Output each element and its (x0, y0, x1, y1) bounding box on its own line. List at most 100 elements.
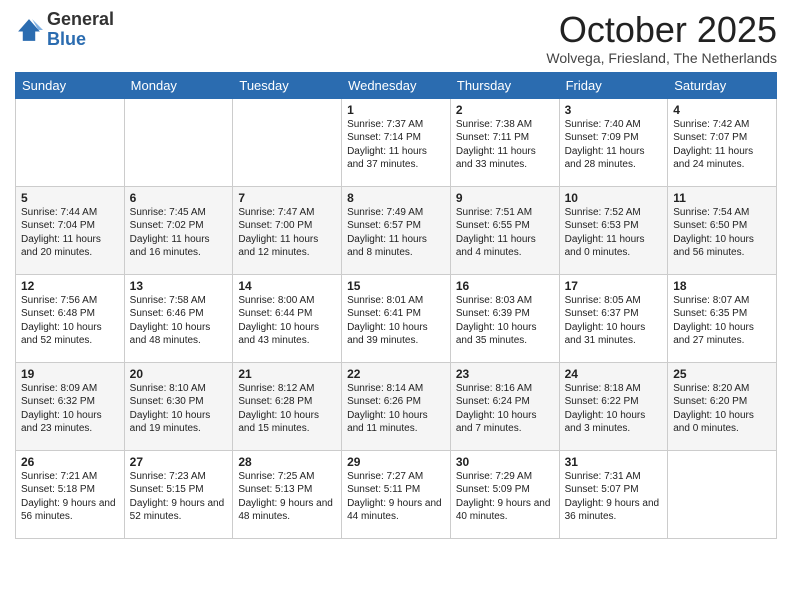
day-number: 1 (347, 103, 445, 117)
day-number: 9 (456, 191, 554, 205)
day-info: Sunrise: 7:38 AM Sunset: 7:11 PM Dayligh… (456, 118, 554, 172)
location-subtitle: Wolvega, Friesland, The Netherlands (546, 50, 777, 66)
day-number: 15 (347, 279, 445, 293)
calendar-cell: 10Sunrise: 7:52 AM Sunset: 6:53 PM Dayli… (559, 186, 668, 274)
day-number: 5 (21, 191, 119, 205)
weekday-header: Tuesday (233, 72, 342, 98)
logo-blue-text: Blue (47, 29, 86, 49)
day-number: 19 (21, 367, 119, 381)
day-info: Sunrise: 7:51 AM Sunset: 6:55 PM Dayligh… (456, 206, 554, 260)
weekday-header: Sunday (16, 72, 125, 98)
day-number: 28 (238, 455, 336, 469)
day-info: Sunrise: 7:23 AM Sunset: 5:15 PM Dayligh… (130, 470, 228, 524)
calendar-cell: 15Sunrise: 8:01 AM Sunset: 6:41 PM Dayli… (342, 274, 451, 362)
day-number: 26 (21, 455, 119, 469)
day-info: Sunrise: 7:52 AM Sunset: 6:53 PM Dayligh… (565, 206, 663, 260)
calendar-cell: 25Sunrise: 8:20 AM Sunset: 6:20 PM Dayli… (668, 362, 777, 450)
calendar-cell: 16Sunrise: 8:03 AM Sunset: 6:39 PM Dayli… (450, 274, 559, 362)
day-info: Sunrise: 8:01 AM Sunset: 6:41 PM Dayligh… (347, 294, 445, 348)
day-number: 8 (347, 191, 445, 205)
calendar-cell: 20Sunrise: 8:10 AM Sunset: 6:30 PM Dayli… (124, 362, 233, 450)
day-number: 30 (456, 455, 554, 469)
calendar-cell: 9Sunrise: 7:51 AM Sunset: 6:55 PM Daylig… (450, 186, 559, 274)
day-number: 25 (673, 367, 771, 381)
day-number: 13 (130, 279, 228, 293)
calendar-cell: 14Sunrise: 8:00 AM Sunset: 6:44 PM Dayli… (233, 274, 342, 362)
logo: General Blue (15, 10, 114, 50)
day-info: Sunrise: 7:44 AM Sunset: 7:04 PM Dayligh… (21, 206, 119, 260)
day-info: Sunrise: 8:16 AM Sunset: 6:24 PM Dayligh… (456, 382, 554, 436)
day-number: 4 (673, 103, 771, 117)
day-info: Sunrise: 7:49 AM Sunset: 6:57 PM Dayligh… (347, 206, 445, 260)
day-number: 31 (565, 455, 663, 469)
day-info: Sunrise: 8:07 AM Sunset: 6:35 PM Dayligh… (673, 294, 771, 348)
day-number: 12 (21, 279, 119, 293)
day-info: Sunrise: 7:25 AM Sunset: 5:13 PM Dayligh… (238, 470, 336, 524)
weekday-header: Saturday (668, 72, 777, 98)
calendar-table: SundayMondayTuesdayWednesdayThursdayFrid… (15, 72, 777, 539)
calendar-cell (668, 450, 777, 538)
day-info: Sunrise: 7:47 AM Sunset: 7:00 PM Dayligh… (238, 206, 336, 260)
day-info: Sunrise: 7:45 AM Sunset: 7:02 PM Dayligh… (130, 206, 228, 260)
day-info: Sunrise: 8:12 AM Sunset: 6:28 PM Dayligh… (238, 382, 336, 436)
day-info: Sunrise: 8:18 AM Sunset: 6:22 PM Dayligh… (565, 382, 663, 436)
day-number: 14 (238, 279, 336, 293)
logo-general-text: General (47, 9, 114, 29)
day-info: Sunrise: 8:09 AM Sunset: 6:32 PM Dayligh… (21, 382, 119, 436)
page-header: General Blue October 2025 Wolvega, Fries… (15, 10, 777, 66)
weekday-header-row: SundayMondayTuesdayWednesdayThursdayFrid… (16, 72, 777, 98)
day-number: 24 (565, 367, 663, 381)
calendar-week-row: 1Sunrise: 7:37 AM Sunset: 7:14 PM Daylig… (16, 98, 777, 186)
day-info: Sunrise: 8:03 AM Sunset: 6:39 PM Dayligh… (456, 294, 554, 348)
calendar-cell: 1Sunrise: 7:37 AM Sunset: 7:14 PM Daylig… (342, 98, 451, 186)
day-info: Sunrise: 8:14 AM Sunset: 6:26 PM Dayligh… (347, 382, 445, 436)
day-info: Sunrise: 7:56 AM Sunset: 6:48 PM Dayligh… (21, 294, 119, 348)
day-number: 3 (565, 103, 663, 117)
day-info: Sunrise: 7:27 AM Sunset: 5:11 PM Dayligh… (347, 470, 445, 524)
calendar-cell: 4Sunrise: 7:42 AM Sunset: 7:07 PM Daylig… (668, 98, 777, 186)
title-block: October 2025 Wolvega, Friesland, The Net… (546, 10, 777, 66)
calendar-week-row: 5Sunrise: 7:44 AM Sunset: 7:04 PM Daylig… (16, 186, 777, 274)
logo-icon (15, 16, 43, 44)
day-number: 20 (130, 367, 228, 381)
calendar-cell: 11Sunrise: 7:54 AM Sunset: 6:50 PM Dayli… (668, 186, 777, 274)
day-info: Sunrise: 8:00 AM Sunset: 6:44 PM Dayligh… (238, 294, 336, 348)
calendar-cell (124, 98, 233, 186)
day-info: Sunrise: 7:40 AM Sunset: 7:09 PM Dayligh… (565, 118, 663, 172)
day-number: 7 (238, 191, 336, 205)
day-number: 17 (565, 279, 663, 293)
calendar-cell: 29Sunrise: 7:27 AM Sunset: 5:11 PM Dayli… (342, 450, 451, 538)
day-number: 27 (130, 455, 228, 469)
calendar-cell: 24Sunrise: 8:18 AM Sunset: 6:22 PM Dayli… (559, 362, 668, 450)
day-number: 16 (456, 279, 554, 293)
calendar-cell: 22Sunrise: 8:14 AM Sunset: 6:26 PM Dayli… (342, 362, 451, 450)
calendar-cell: 30Sunrise: 7:29 AM Sunset: 5:09 PM Dayli… (450, 450, 559, 538)
day-number: 23 (456, 367, 554, 381)
day-info: Sunrise: 7:42 AM Sunset: 7:07 PM Dayligh… (673, 118, 771, 172)
day-info: Sunrise: 7:58 AM Sunset: 6:46 PM Dayligh… (130, 294, 228, 348)
month-title: October 2025 (546, 10, 777, 50)
calendar-week-row: 19Sunrise: 8:09 AM Sunset: 6:32 PM Dayli… (16, 362, 777, 450)
weekday-header: Wednesday (342, 72, 451, 98)
day-info: Sunrise: 7:37 AM Sunset: 7:14 PM Dayligh… (347, 118, 445, 172)
calendar-cell: 6Sunrise: 7:45 AM Sunset: 7:02 PM Daylig… (124, 186, 233, 274)
calendar-cell: 21Sunrise: 8:12 AM Sunset: 6:28 PM Dayli… (233, 362, 342, 450)
calendar-week-row: 26Sunrise: 7:21 AM Sunset: 5:18 PM Dayli… (16, 450, 777, 538)
calendar-cell: 12Sunrise: 7:56 AM Sunset: 6:48 PM Dayli… (16, 274, 125, 362)
calendar-cell: 31Sunrise: 7:31 AM Sunset: 5:07 PM Dayli… (559, 450, 668, 538)
calendar-cell: 17Sunrise: 8:05 AM Sunset: 6:37 PM Dayli… (559, 274, 668, 362)
calendar-cell: 8Sunrise: 7:49 AM Sunset: 6:57 PM Daylig… (342, 186, 451, 274)
day-number: 2 (456, 103, 554, 117)
calendar-week-row: 12Sunrise: 7:56 AM Sunset: 6:48 PM Dayli… (16, 274, 777, 362)
calendar-cell: 18Sunrise: 8:07 AM Sunset: 6:35 PM Dayli… (668, 274, 777, 362)
day-number: 11 (673, 191, 771, 205)
day-info: Sunrise: 7:31 AM Sunset: 5:07 PM Dayligh… (565, 470, 663, 524)
day-info: Sunrise: 7:21 AM Sunset: 5:18 PM Dayligh… (21, 470, 119, 524)
calendar-cell: 13Sunrise: 7:58 AM Sunset: 6:46 PM Dayli… (124, 274, 233, 362)
day-number: 22 (347, 367, 445, 381)
calendar-cell: 7Sunrise: 7:47 AM Sunset: 7:00 PM Daylig… (233, 186, 342, 274)
calendar-cell: 23Sunrise: 8:16 AM Sunset: 6:24 PM Dayli… (450, 362, 559, 450)
calendar-cell: 28Sunrise: 7:25 AM Sunset: 5:13 PM Dayli… (233, 450, 342, 538)
day-number: 10 (565, 191, 663, 205)
weekday-header: Thursday (450, 72, 559, 98)
